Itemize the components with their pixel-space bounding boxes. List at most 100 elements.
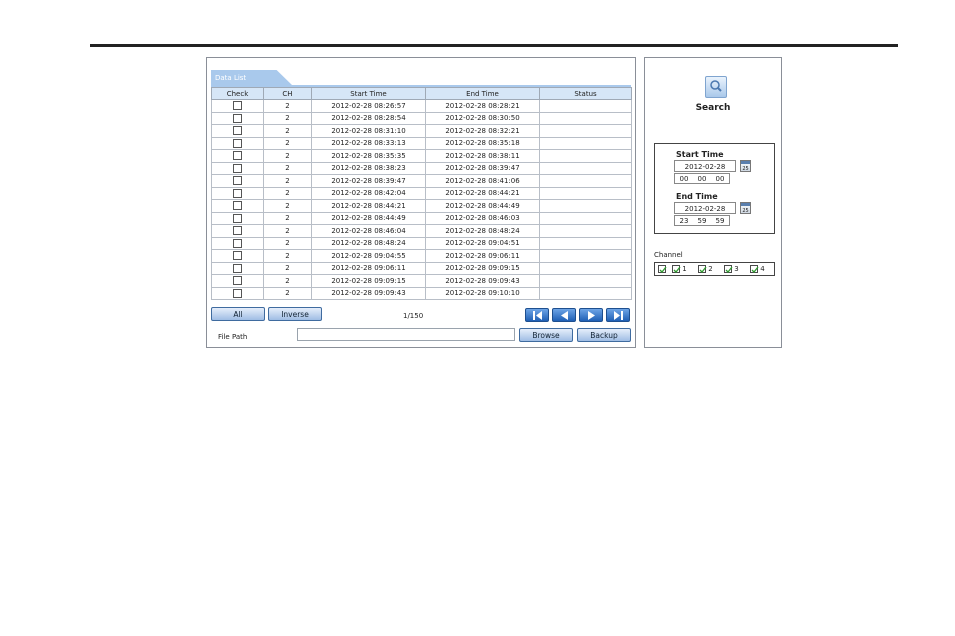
column-header-check: Check xyxy=(211,87,264,100)
row-start-time: 2012-02-28 08:46:04 xyxy=(311,224,426,238)
select-all-button[interactable]: All xyxy=(211,307,265,321)
table-row[interactable]: 2 2012-02-28 09:09:43 2012-02-28 09:10:10 xyxy=(211,286,632,300)
row-check-cell[interactable] xyxy=(211,261,264,275)
end-date-field[interactable]: 2012-02-28 xyxy=(674,202,736,214)
row-ch: 2 xyxy=(263,274,312,288)
channel-all-check[interactable] xyxy=(658,265,667,273)
end-minute[interactable]: 59 xyxy=(698,216,707,225)
table-row[interactable]: 2 2012-02-28 08:44:21 2012-02-28 08:44:49 xyxy=(211,199,632,213)
row-check-cell[interactable] xyxy=(211,99,264,113)
start-hour[interactable]: 00 xyxy=(680,174,689,183)
row-end-time: 2012-02-28 08:39:47 xyxy=(425,161,540,175)
row-checkbox[interactable] xyxy=(233,276,242,286)
channel-3-checkbox[interactable]: 3 xyxy=(724,265,739,274)
data-list-table: Check CH Start Time End Time Status 2 201… xyxy=(211,87,632,300)
row-checkbox[interactable] xyxy=(233,101,242,111)
row-checkbox[interactable] xyxy=(233,251,242,261)
table-header-row: Check CH Start Time End Time Status xyxy=(211,87,632,100)
backup-button[interactable]: Backup xyxy=(577,328,631,342)
first-page-button[interactable] xyxy=(525,308,549,322)
row-checkbox[interactable] xyxy=(233,113,242,123)
table-row[interactable]: 2 2012-02-28 08:35:35 2012-02-28 08:38:11 xyxy=(211,149,632,163)
row-check-cell[interactable] xyxy=(211,199,264,213)
row-ch: 2 xyxy=(263,224,312,238)
row-check-cell[interactable] xyxy=(211,149,264,163)
row-check-cell[interactable] xyxy=(211,274,264,288)
start-minute[interactable]: 00 xyxy=(698,174,707,183)
start-second[interactable]: 00 xyxy=(716,174,725,183)
row-check-cell[interactable] xyxy=(211,286,264,300)
channel-1-checkbox[interactable]: 1 xyxy=(672,265,687,274)
row-status xyxy=(539,261,632,275)
row-checkbox[interactable] xyxy=(233,126,242,136)
search-button[interactable] xyxy=(705,76,727,98)
row-check-cell[interactable] xyxy=(211,236,264,250)
table-row[interactable]: 2 2012-02-28 08:33:13 2012-02-28 08:35:18 xyxy=(211,136,632,150)
row-status xyxy=(539,199,632,213)
prev-page-button[interactable] xyxy=(552,308,576,322)
row-checkbox[interactable] xyxy=(233,138,242,148)
row-end-time: 2012-02-28 08:38:11 xyxy=(425,149,540,163)
next-page-button[interactable] xyxy=(579,308,603,322)
row-check-cell[interactable] xyxy=(211,136,264,150)
row-check-cell[interactable] xyxy=(211,211,264,225)
end-hour[interactable]: 23 xyxy=(680,216,689,225)
table-row[interactable]: 2 2012-02-28 08:46:04 2012-02-28 08:48:24 xyxy=(211,224,632,238)
table-row[interactable]: 2 2012-02-28 08:44:49 2012-02-28 08:46:03 xyxy=(211,211,632,225)
table-row[interactable]: 2 2012-02-28 09:09:15 2012-02-28 09:09:43 xyxy=(211,274,632,288)
row-checkbox[interactable] xyxy=(233,226,242,236)
row-ch: 2 xyxy=(263,286,312,300)
tab-data-list[interactable]: Data List xyxy=(211,70,293,86)
row-checkbox[interactable] xyxy=(233,188,242,198)
table-row[interactable]: 2 2012-02-28 08:42:04 2012-02-28 08:44:21 xyxy=(211,186,632,200)
row-checkbox[interactable] xyxy=(233,201,242,211)
browse-button[interactable]: Browse xyxy=(519,328,573,342)
row-start-time: 2012-02-28 09:06:11 xyxy=(311,261,426,275)
last-page-button[interactable] xyxy=(606,308,630,322)
inverse-button[interactable]: Inverse xyxy=(268,307,322,321)
row-status xyxy=(539,249,632,263)
row-checkbox[interactable] xyxy=(233,238,242,248)
table-row[interactable]: 2 2012-02-28 09:04:55 2012-02-28 09:06:11 xyxy=(211,249,632,263)
file-path-input[interactable] xyxy=(297,328,515,341)
row-checkbox[interactable] xyxy=(233,151,242,161)
row-check-cell[interactable] xyxy=(211,224,264,238)
row-end-time: 2012-02-28 09:04:51 xyxy=(425,236,540,250)
end-second[interactable]: 59 xyxy=(716,216,725,225)
row-check-cell[interactable] xyxy=(211,249,264,263)
row-check-cell[interactable] xyxy=(211,111,264,125)
channel-1-check[interactable] xyxy=(672,265,681,273)
row-status xyxy=(539,149,632,163)
row-start-time: 2012-02-28 08:44:21 xyxy=(311,199,426,213)
channel-2-checkbox[interactable]: 2 xyxy=(698,265,713,274)
row-start-time: 2012-02-28 09:09:43 xyxy=(311,286,426,300)
row-ch: 2 xyxy=(263,236,312,250)
row-start-time: 2012-02-28 08:28:54 xyxy=(311,111,426,125)
channel-4-check[interactable] xyxy=(750,265,759,273)
table-row[interactable]: 2 2012-02-28 08:48:24 2012-02-28 09:04:51 xyxy=(211,236,632,250)
table-row[interactable]: 2 2012-02-28 08:39:47 2012-02-28 08:41:06 xyxy=(211,174,632,188)
channel-all-checkbox[interactable] xyxy=(658,265,667,274)
row-checkbox[interactable] xyxy=(233,288,242,298)
table-row[interactable]: 2 2012-02-28 08:28:54 2012-02-28 08:30:50 xyxy=(211,111,632,125)
row-checkbox[interactable] xyxy=(233,176,242,186)
end-time-field[interactable]: 23 59 59 xyxy=(674,215,730,226)
table-row[interactable]: 2 2012-02-28 08:26:57 2012-02-28 08:28:21 xyxy=(211,99,632,113)
row-check-cell[interactable] xyxy=(211,161,264,175)
start-calendar-icon[interactable]: 25 xyxy=(740,160,751,172)
channel-2-check[interactable] xyxy=(698,265,707,273)
start-date-field[interactable]: 2012-02-28 xyxy=(674,160,736,172)
end-calendar-icon[interactable]: 25 xyxy=(740,202,751,214)
row-check-cell[interactable] xyxy=(211,124,264,138)
channel-4-checkbox[interactable]: 4 xyxy=(750,265,765,274)
row-check-cell[interactable] xyxy=(211,174,264,188)
table-row[interactable]: 2 2012-02-28 08:31:10 2012-02-28 08:32:21 xyxy=(211,124,632,138)
start-time-field[interactable]: 00 00 00 xyxy=(674,173,730,184)
channel-3-check[interactable] xyxy=(724,265,733,273)
row-checkbox[interactable] xyxy=(233,213,242,223)
row-checkbox[interactable] xyxy=(233,263,242,273)
row-checkbox[interactable] xyxy=(233,163,242,173)
row-check-cell[interactable] xyxy=(211,186,264,200)
table-row[interactable]: 2 2012-02-28 08:38:23 2012-02-28 08:39:47 xyxy=(211,161,632,175)
table-row[interactable]: 2 2012-02-28 09:06:11 2012-02-28 09:09:15 xyxy=(211,261,632,275)
